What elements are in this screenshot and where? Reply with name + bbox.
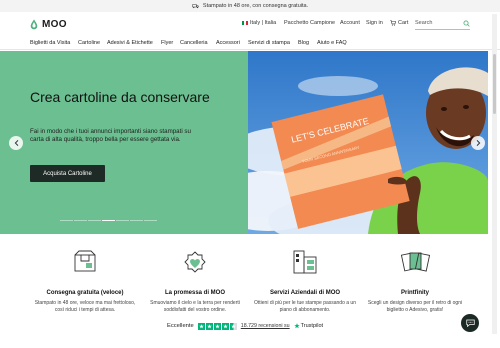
star-icon <box>221 322 229 330</box>
nav-item-accessories[interactable]: Accessori <box>216 40 240 46</box>
cart-link[interactable]: Cart <box>390 20 408 26</box>
hero-text: Fai in modo che i tuoi annunci important… <box>30 128 191 144</box>
drop-icon <box>30 19 38 30</box>
nav-item-help[interactable]: Aiuto e FAQ <box>317 40 347 46</box>
nav-item-stationery[interactable]: Cancelleria <box>180 40 208 46</box>
heart-badge-icon <box>184 251 206 273</box>
carousel-dot[interactable] <box>144 220 157 221</box>
carousel-dot[interactable] <box>60 220 73 221</box>
search-placeholder: Search <box>415 20 433 26</box>
hero-title: Crea cartoline da conservare <box>30 89 210 105</box>
nav-item-postcards[interactable]: Cartoline <box>78 40 100 46</box>
account-label: Account <box>340 20 360 26</box>
carousel-dot[interactable] <box>116 220 129 221</box>
nav-item-business-cards[interactable]: Biglietti da Visita <box>30 40 70 46</box>
promo-text: Stampato in 48 ore, con consegna gratuit… <box>202 3 309 9</box>
star-icon <box>213 322 221 330</box>
reviews-count-link[interactable]: 18.729 recensioni su <box>241 323 290 329</box>
search-icon[interactable] <box>463 19 470 27</box>
brand-name: MOO <box>42 19 67 30</box>
trustpilot-brand: Trustpilot <box>300 323 324 329</box>
nav-item-flyers[interactable]: Flyer <box>161 40 173 46</box>
account-link[interactable]: Account <box>340 20 360 26</box>
feature-text: Stampato in 48 ore, veloce ma mai fretto… <box>34 300 136 313</box>
delivery-box-icon <box>74 250 96 272</box>
feature-text: Smuoviamo il cielo e la terra per render… <box>150 300 240 313</box>
hero-image: LET'S CELEBRATE YOUR SECOND ANNIVERSARY <box>248 51 488 234</box>
country-selector[interactable]: Italy | Italia <box>242 20 276 26</box>
chevron-left-icon <box>14 140 18 146</box>
building-icon <box>293 250 317 274</box>
feature-text: Scegli un design diverso per il retro di… <box>367 300 463 313</box>
signin-link[interactable]: Sign in <box>366 20 383 26</box>
hero-photo: LET'S CELEBRATE YOUR SECOND ANNIVERSARY <box>248 51 488 234</box>
search-input[interactable]: Search <box>415 17 470 30</box>
cards-icon <box>400 252 430 272</box>
carousel-dot[interactable] <box>74 220 87 221</box>
chat-bubble-icon <box>465 319 475 327</box>
carousel-dot[interactable] <box>130 220 143 221</box>
feature-title: Printfinity <box>401 290 429 296</box>
cart-icon <box>390 20 396 26</box>
trustpilot-star-icon <box>293 323 300 329</box>
features-section: Consegna gratuita (veloce) Stampato in 4… <box>0 234 500 314</box>
star-icon <box>197 322 205 330</box>
signin-label: Sign in <box>366 20 383 26</box>
carousel-indicators <box>60 220 157 221</box>
sample-pack-link[interactable]: Pacchetto Campione <box>284 20 335 26</box>
carousel-prev-button[interactable] <box>9 136 23 150</box>
truck-icon <box>192 4 199 9</box>
trustpilot-logo[interactable]: Trustpilot <box>293 323 324 329</box>
country-label: Italy | Italia <box>250 20 277 26</box>
nav-item-stickers[interactable]: Adesivi & Etichette <box>107 40 153 46</box>
sample-pack-label: Pacchetto Campione <box>284 20 336 26</box>
feature-text: Ottieni di più per le tue stampe passand… <box>253 300 356 313</box>
half-star-icon <box>229 322 237 330</box>
rating-label: Eccellente <box>167 323 194 329</box>
star-icon <box>205 322 213 330</box>
nav-item-print-services[interactable]: Servizi di stampa <box>248 40 290 46</box>
chevron-right-icon <box>476 140 480 146</box>
scrollbar-thumb[interactable] <box>493 54 496 114</box>
feature-title: La promessa di MOO <box>164 290 225 296</box>
carousel-dot-active[interactable] <box>102 220 115 221</box>
moo-logo[interactable]: MOO <box>30 19 67 30</box>
carousel-next-button[interactable] <box>471 136 485 150</box>
carousel-dot[interactable] <box>88 220 101 221</box>
shop-postcards-button[interactable]: Acquista Cartoline <box>30 165 105 182</box>
header: MOO Italy | Italia Pacchetto Campione Ac… <box>0 12 500 36</box>
rating-stars <box>197 322 237 330</box>
trustpilot-widget[interactable]: Eccellente 18.729 recensioni su Trustpil… <box>167 321 323 331</box>
italy-flag-icon <box>242 21 248 25</box>
feature-title: Servizi Aziendali di MOO <box>269 290 341 296</box>
promo-bar: Stampato in 48 ore, con consegna gratuit… <box>0 0 500 12</box>
chat-button[interactable] <box>461 314 479 332</box>
main-nav: Biglietti da Visita Cartoline Adesivi & … <box>0 36 500 50</box>
nav-item-blog[interactable]: Blog <box>298 40 309 46</box>
cart-label: Cart <box>398 20 409 26</box>
feature-title: Consegna gratuita (veloce) <box>46 290 124 296</box>
